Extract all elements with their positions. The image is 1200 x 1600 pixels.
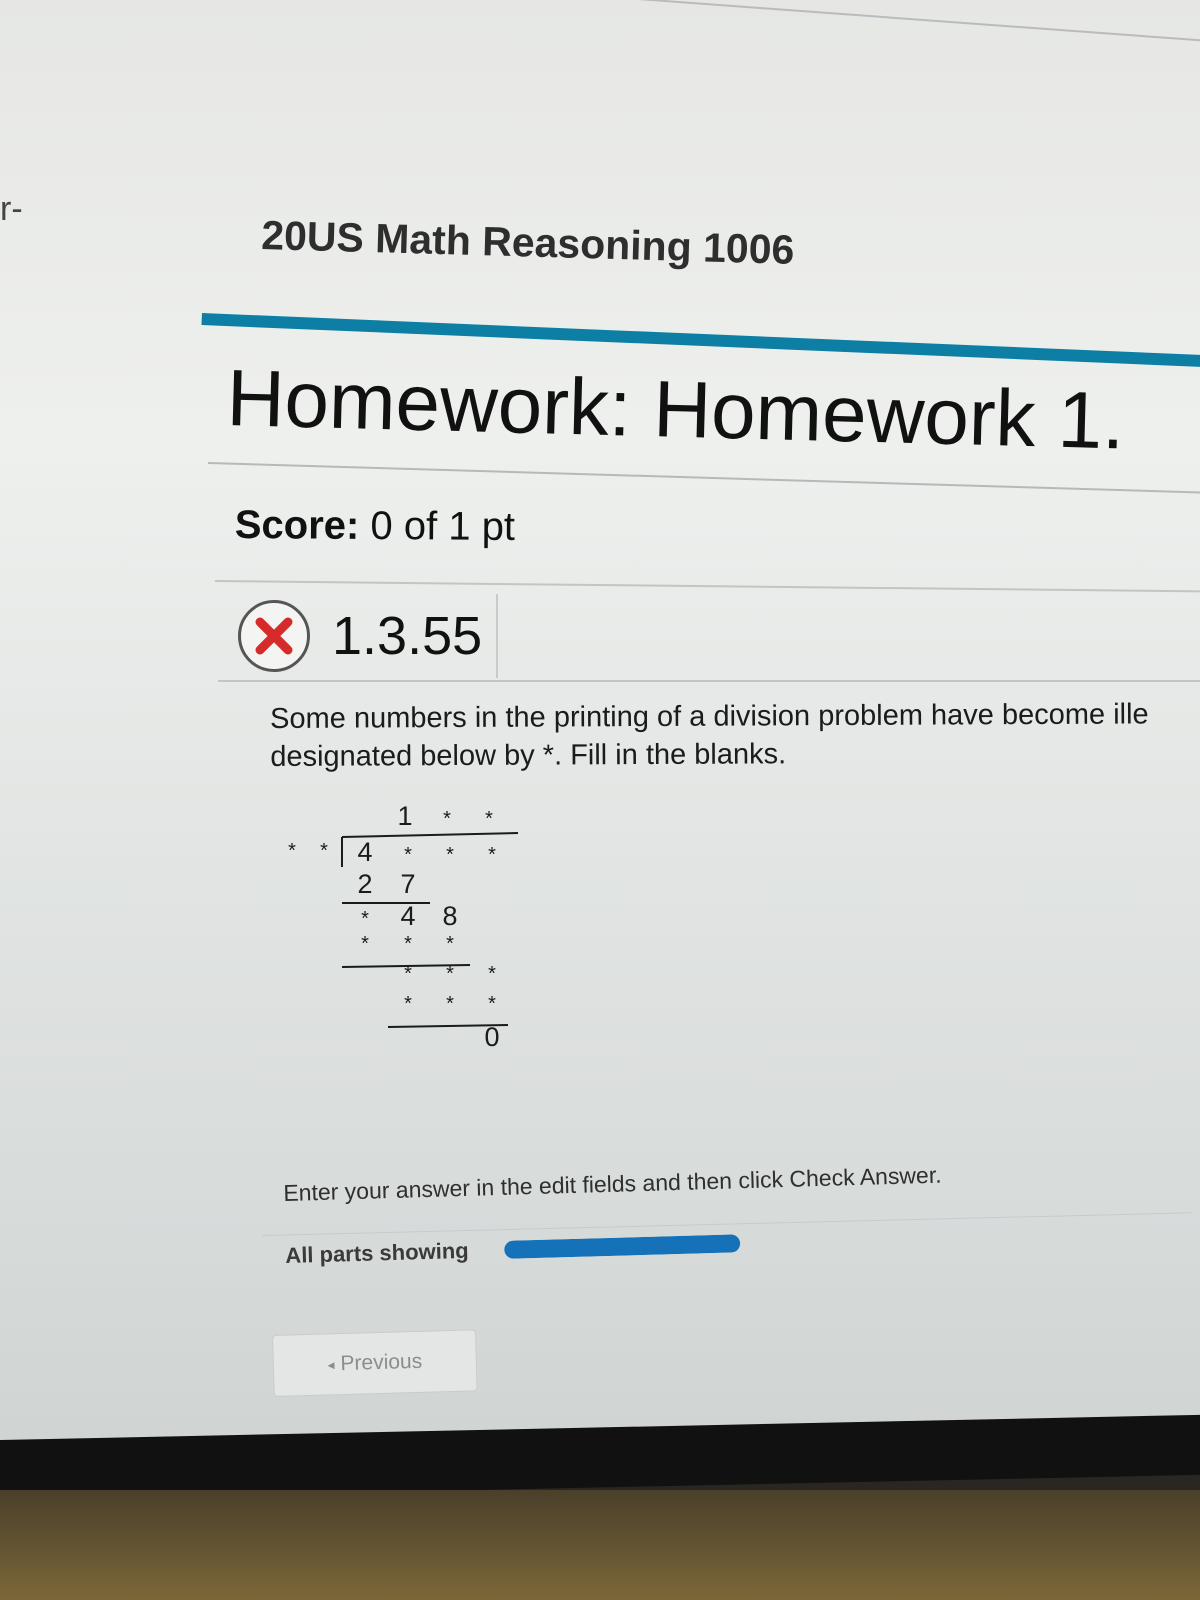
division-step-digit: * bbox=[488, 993, 496, 1015]
division-step-digit: 2 bbox=[357, 869, 372, 899]
question-number[interactable]: 1.3.55 bbox=[332, 594, 499, 678]
divisor-digit: * bbox=[288, 840, 296, 862]
division-step-digit: * bbox=[446, 963, 454, 985]
division-step-digit: * bbox=[361, 908, 369, 930]
divider bbox=[214, 580, 1200, 593]
instruction-text: Enter your answer in the edit fields and… bbox=[283, 1161, 942, 1206]
problem-line: designated below by *. Fill in the blank… bbox=[270, 738, 787, 773]
quotient-digit: * bbox=[485, 808, 493, 830]
edge-text: r- bbox=[0, 190, 23, 228]
division-step-digit: * bbox=[361, 933, 369, 955]
division-step-digit: * bbox=[488, 963, 496, 985]
long-division-problem: 1 * * * * 4 * * * 2 7 * 4 8 * * * * * * * * * 0 bbox=[270, 795, 550, 1065]
score: Score: 0 of 1 pt bbox=[235, 503, 515, 550]
homework-title: Homework: Homework 1. bbox=[225, 352, 1126, 466]
score-value: 0 of 1 pt bbox=[370, 503, 516, 549]
previous-button-label: Previous bbox=[340, 1349, 423, 1376]
problem-line: Some numbers in the printing of a divisi… bbox=[270, 698, 1149, 735]
divider bbox=[218, 680, 1200, 682]
browser-screen: r- 20US Math Reasoning 1006 Homework: Ho… bbox=[0, 0, 1200, 1470]
parts-status: All parts showing bbox=[285, 1230, 741, 1269]
dividend-digit: * bbox=[488, 844, 496, 866]
dividend-digit: 4 bbox=[357, 837, 372, 867]
division-step-digit: 8 bbox=[442, 901, 457, 931]
desk-surface bbox=[0, 1490, 1200, 1600]
x-circle-icon bbox=[238, 600, 310, 672]
x-mark-icon bbox=[255, 617, 293, 655]
division-step-digit: * bbox=[404, 963, 412, 985]
division-step-digit: * bbox=[446, 933, 454, 955]
course-title: 20US Math Reasoning 1006 bbox=[260, 212, 795, 273]
previous-button[interactable]: ◂ Previous bbox=[272, 1329, 478, 1397]
dividend-digit: * bbox=[446, 844, 454, 866]
dividend-digit: * bbox=[404, 844, 412, 866]
divider bbox=[207, 462, 1200, 494]
divisor-digit: * bbox=[320, 840, 328, 862]
score-label: Score: bbox=[234, 503, 360, 548]
parts-label: All parts showing bbox=[285, 1237, 469, 1268]
quotient-digit: 1 bbox=[397, 801, 412, 831]
parts-progress-fill bbox=[504, 1234, 741, 1259]
quotient-digit: * bbox=[443, 808, 451, 830]
problem-text: Some numbers in the printing of a divisi… bbox=[270, 695, 1200, 776]
question-header: 1.3.55 bbox=[238, 594, 499, 678]
division-step-digit: 7 bbox=[400, 869, 415, 899]
division-step-digit: * bbox=[404, 993, 412, 1015]
division-step-digit: * bbox=[446, 993, 454, 1015]
parts-progress-bar bbox=[504, 1234, 741, 1259]
chevron-left-icon: ◂ bbox=[327, 1355, 335, 1372]
division-step-digit: * bbox=[404, 933, 412, 955]
division-step-digit: 4 bbox=[400, 901, 415, 931]
long-division-figure: 1 * ** * 4 * * *2 7* 4 8* * ** * ** * *0 bbox=[288, 801, 519, 1052]
top-divider bbox=[419, 0, 1200, 50]
division-step-digit: 0 bbox=[484, 1022, 499, 1052]
